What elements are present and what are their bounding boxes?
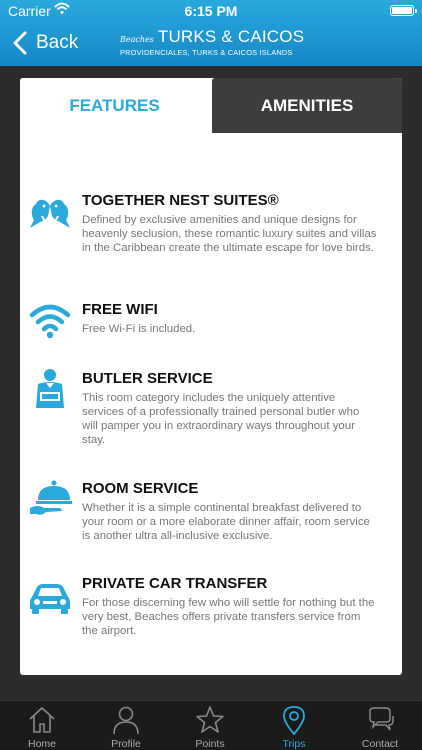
page-title: TURKS & CAICOS	[157, 27, 305, 46]
wifi-icon	[29, 304, 71, 339]
back-button[interactable]: Back	[10, 30, 78, 56]
location-pin-icon	[283, 706, 305, 735]
feature-description: Whether it is a simple continental break…	[82, 502, 370, 542]
feature-title: ROOM SERVICE	[82, 480, 199, 497]
feature-title: PRIVATE CAR TRANSFER	[82, 575, 268, 592]
car-icon	[30, 584, 70, 614]
feature-title: FREE WIFI	[82, 301, 158, 318]
tab-bar: FEATURES AMENITIES	[20, 78, 402, 133]
nav-label: Contact	[361, 738, 399, 750]
feature-title: BUTLER SERVICE	[82, 370, 213, 387]
battery-icon	[390, 5, 417, 16]
chevron-left-icon	[13, 31, 27, 55]
feature-description: For those discerning few who will settle…	[82, 597, 375, 637]
nav-home[interactable]: Home	[0, 701, 84, 750]
back-label: Back	[36, 32, 79, 53]
resort-brand: Beaches TURKS & CAICOS PROVIDENCIALES, T…	[120, 27, 310, 57]
star-icon	[196, 706, 224, 733]
brand-logo: Beaches	[120, 35, 154, 44]
nav-label: Points	[195, 738, 225, 750]
nav-points[interactable]: Points	[168, 701, 252, 750]
chat-icon	[369, 707, 394, 731]
tab-amenities[interactable]: AMENITIES	[212, 78, 402, 133]
nav-profile[interactable]: Profile	[84, 701, 168, 750]
nav-trips[interactable]: Trips	[252, 701, 336, 750]
feature-title: TOGETHER NEST SUITES®	[82, 192, 279, 209]
status-bar: Carrier 6:15 PM	[0, 0, 422, 22]
lovebirds-icon	[30, 199, 70, 228]
cloche-icon	[30, 480, 72, 515]
feature-description: Free Wi-Fi is included.	[82, 323, 196, 335]
features-panel: FEATURES AMENITIES TOGETHER NEST SUITES®…	[20, 78, 402, 675]
tab-features[interactable]: FEATURES	[20, 78, 209, 133]
bottom-nav: Home Profile Points Trips Contact	[0, 700, 422, 750]
feature-description: Defined by exclusive amenities and uniqu…	[82, 214, 377, 254]
nav-label: Profile	[111, 738, 141, 750]
nav-label: Home	[27, 738, 56, 750]
app-header: Carrier 6:15 PM Back Beaches TURKS & CAI…	[0, 0, 422, 66]
profile-icon	[113, 706, 139, 735]
home-icon	[29, 707, 55, 733]
nav-label: Trips	[282, 738, 306, 750]
status-time: 6:15 PM	[184, 3, 238, 19]
butler-icon	[36, 369, 64, 408]
page-subtitle: PROVIDENCIALES, TURKS & CAICOS ISLANDS	[120, 48, 293, 57]
nav-contact[interactable]: Contact	[338, 701, 422, 750]
feature-description: This room category includes the uniquely…	[82, 392, 360, 446]
